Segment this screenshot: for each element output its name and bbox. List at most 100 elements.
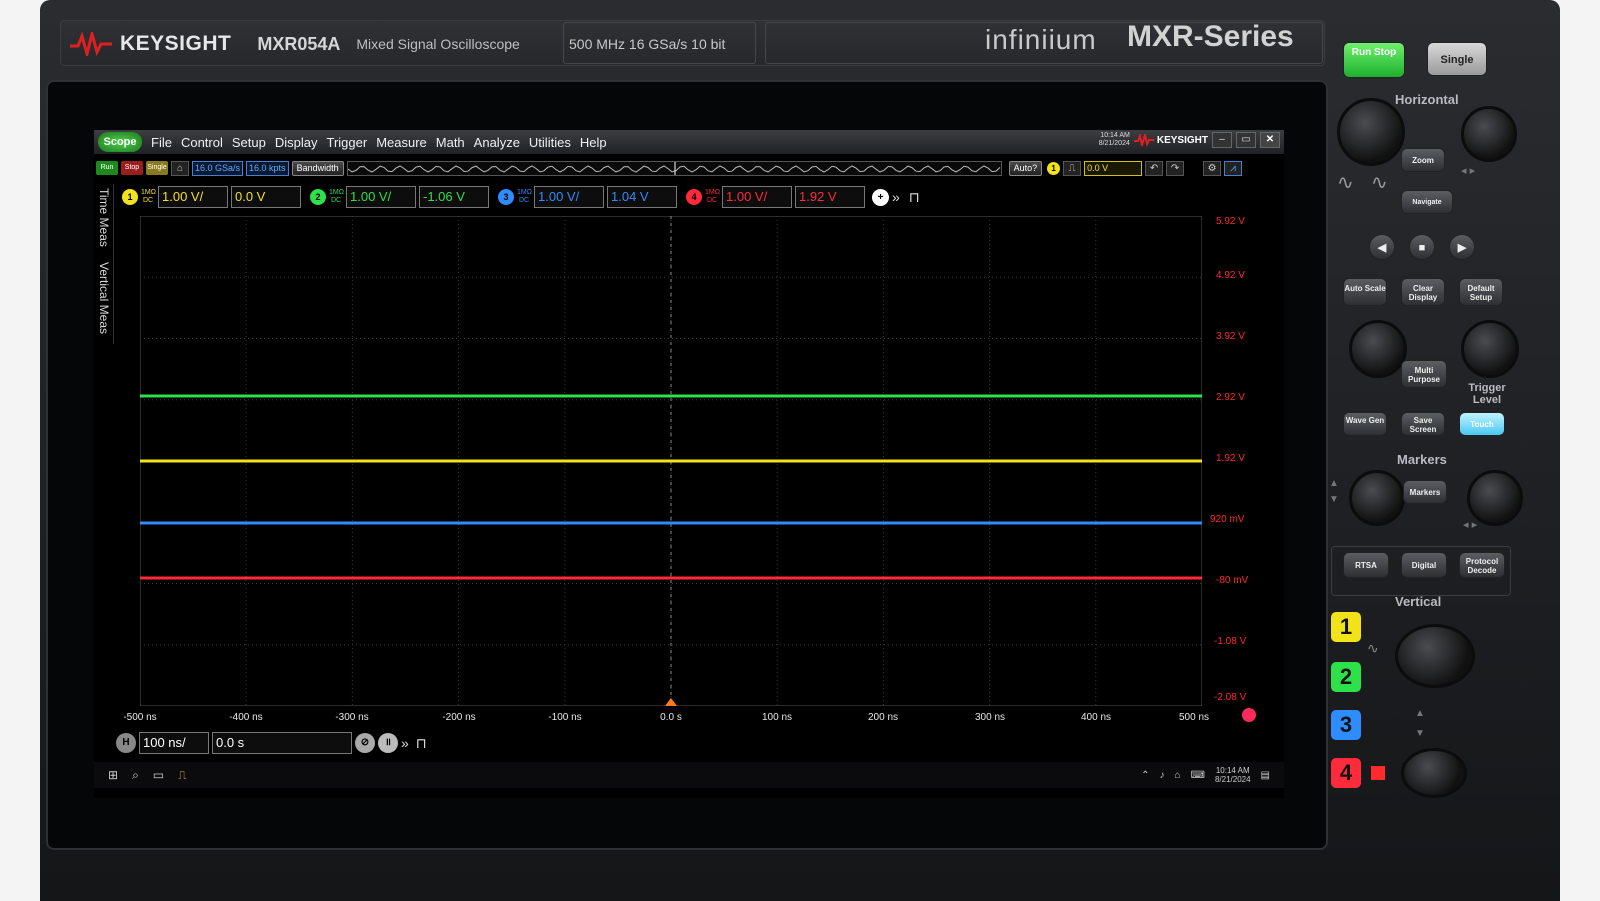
default-setup-key[interactable]: Default Setup bbox=[1459, 278, 1503, 306]
y-label: -1.08 V bbox=[1214, 636, 1247, 647]
waveform-overview[interactable] bbox=[346, 160, 1002, 176]
navigate-key[interactable]: Navigate bbox=[1401, 190, 1453, 214]
autoscale-icon[interactable]: ⩘ bbox=[1224, 160, 1243, 176]
y-label: 5.92 V bbox=[1216, 216, 1245, 227]
horizontal-position-knob[interactable] bbox=[1461, 106, 1517, 162]
add-channel-icon[interactable]: + bbox=[872, 188, 889, 206]
trigger-level-knob[interactable] bbox=[1461, 320, 1519, 378]
sample-rate-field[interactable]: 16.0 GSa/s bbox=[192, 160, 244, 176]
tab-vertical-meas[interactable]: Vertical Meas bbox=[97, 262, 111, 334]
tab-time-meas[interactable]: Time Meas bbox=[97, 188, 111, 247]
run-indicator[interactable]: Run bbox=[96, 161, 118, 175]
tray-chevron-icon[interactable]: ⌃ bbox=[1141, 770, 1149, 781]
time-scale-field[interactable]: 100 ns/ bbox=[139, 732, 209, 754]
channel-4-offset[interactable]: 1.92 V bbox=[795, 186, 865, 208]
menu-math[interactable]: Math bbox=[436, 135, 465, 150]
navigate-forward-icon[interactable]: ▶ bbox=[1449, 234, 1475, 260]
tools-icon[interactable]: ⚙ bbox=[1203, 160, 1222, 176]
timebase-settings-icon[interactable]: ⊘ bbox=[355, 733, 375, 753]
navigate-back-icon[interactable]: ◀ bbox=[1369, 234, 1395, 260]
network-icon[interactable]: ⌂ bbox=[1174, 770, 1180, 781]
multi-purpose-knob[interactable] bbox=[1349, 320, 1407, 378]
multi-purpose-key[interactable]: Multi Purpose bbox=[1401, 360, 1447, 388]
bandwidth-button[interactable]: Bandwidth bbox=[291, 160, 344, 176]
memory-depth-field[interactable]: 16.0 kpts bbox=[246, 160, 289, 176]
notification-icon[interactable]: ▤ bbox=[1261, 770, 1270, 781]
start-icon[interactable]: ⊞ bbox=[108, 768, 118, 782]
channel-4-badge[interactable]: 4 bbox=[686, 189, 702, 205]
single-indicator[interactable]: Single bbox=[146, 161, 168, 175]
time-delay-field[interactable]: 0.0 s bbox=[212, 732, 352, 754]
zoom-key[interactable]: Zoom bbox=[1401, 148, 1445, 172]
waveform-display[interactable]: ⏚ ⏚ ⏚ ⏚ bbox=[140, 216, 1202, 706]
protocol-decode-key[interactable]: Protocol Decode bbox=[1459, 552, 1505, 578]
run-stop-key[interactable]: Run Stop bbox=[1343, 42, 1405, 78]
scope-app-icon[interactable]: ⎍ bbox=[178, 768, 186, 783]
acquisition-icon[interactable]: ⌂ bbox=[171, 160, 189, 176]
menu-display[interactable]: Display bbox=[275, 135, 318, 150]
trigger-mode-button[interactable]: Auto? bbox=[1008, 160, 1043, 176]
vertical-offset-knob[interactable] bbox=[1401, 748, 1467, 798]
channel-3-offset[interactable]: 1.04 V bbox=[607, 186, 677, 208]
auto-scale-key[interactable]: Auto Scale bbox=[1343, 278, 1387, 306]
task-view-icon[interactable]: ▭ bbox=[153, 768, 164, 782]
undo-icon[interactable]: ↶ bbox=[1145, 160, 1164, 176]
single-key[interactable]: Single bbox=[1427, 42, 1487, 76]
close-button[interactable]: ✕ bbox=[1260, 132, 1280, 148]
menu-file[interactable]: File bbox=[151, 135, 172, 150]
menu-analyze[interactable]: Analyze bbox=[474, 135, 520, 150]
touch-key[interactable]: Touch bbox=[1459, 412, 1505, 436]
menu-setup[interactable]: Setup bbox=[232, 135, 266, 150]
minimize-button[interactable]: – bbox=[1212, 132, 1232, 148]
vertical-scale-knob[interactable] bbox=[1395, 624, 1475, 688]
keyboard-icon[interactable]: ⌨ bbox=[1191, 770, 1205, 781]
edge-trigger-icon[interactable]: ⎍ bbox=[1063, 160, 1082, 176]
window-controls: 10:14 AM 8/21/2024 KEYSIGHT – ▭ ✕ bbox=[1099, 132, 1280, 148]
scope-button[interactable]: Scope bbox=[98, 132, 142, 152]
menu-control[interactable]: Control bbox=[181, 135, 223, 150]
horizontal-scale-knob[interactable] bbox=[1337, 98, 1405, 166]
stop-indicator[interactable]: Stop bbox=[121, 161, 143, 175]
menu-help[interactable]: Help bbox=[580, 135, 607, 150]
search-icon[interactable]: ⌕ bbox=[132, 768, 139, 783]
rtsa-key[interactable]: RTSA bbox=[1343, 552, 1389, 578]
channel-3-scale[interactable]: 1.00 V/ bbox=[534, 186, 604, 208]
horizontal-badge-icon[interactable]: H bbox=[116, 733, 136, 753]
channel-4-scale[interactable]: 1.00 V/ bbox=[722, 186, 792, 208]
menu-trigger[interactable]: Trigger bbox=[326, 135, 367, 150]
channel-2-badge[interactable]: 2 bbox=[310, 189, 326, 205]
channel-3-key[interactable]: 3 bbox=[1331, 710, 1361, 740]
menu-measure[interactable]: Measure bbox=[376, 135, 427, 150]
channel-4-key[interactable]: 4 bbox=[1331, 758, 1361, 788]
taskbar-clock[interactable]: 10:14 AM 8/21/2024 bbox=[1215, 766, 1251, 784]
timebase-pin-icon[interactable]: ⊓ bbox=[416, 735, 427, 752]
wave-gen-key[interactable]: Wave Gen bbox=[1343, 412, 1387, 436]
channel-1-key[interactable]: 1 bbox=[1331, 612, 1361, 642]
channel-1-badge[interactable]: 1 bbox=[122, 189, 138, 205]
redo-icon[interactable]: ↷ bbox=[1166, 160, 1185, 176]
volume-icon[interactable]: ♪ bbox=[1159, 770, 1164, 781]
channel-1-offset[interactable]: 0.0 V bbox=[231, 186, 301, 208]
channel-3-badge[interactable]: 3 bbox=[498, 189, 514, 205]
channel-2-key[interactable]: 2 bbox=[1331, 662, 1361, 692]
digital-key[interactable]: Digital bbox=[1401, 552, 1447, 578]
more-channels-icon[interactable]: » bbox=[892, 189, 900, 205]
menu-utilities[interactable]: Utilities bbox=[529, 135, 571, 150]
timebase-pause-icon[interactable]: ॥ bbox=[378, 733, 398, 753]
channel-1-scale[interactable]: 1.00 V/ bbox=[158, 186, 228, 208]
pin-icon[interactable]: ⊓ bbox=[909, 189, 920, 206]
clear-display-key[interactable]: Clear Display bbox=[1401, 278, 1445, 306]
scope-application: Scope File Control Setup Display Trigger… bbox=[94, 130, 1284, 798]
trigger-source-icon[interactable]: 1 bbox=[1047, 161, 1061, 175]
trigger-level-field[interactable]: 0.0 V bbox=[1084, 160, 1143, 176]
maximize-button[interactable]: ▭ bbox=[1236, 132, 1256, 148]
marker-a-knob[interactable] bbox=[1349, 470, 1405, 526]
horizontal-section-label: Horizontal bbox=[1395, 92, 1459, 107]
channel-2-offset[interactable]: -1.06 V bbox=[419, 186, 489, 208]
channel-2-scale[interactable]: 1.00 V/ bbox=[346, 186, 416, 208]
markers-key[interactable]: Markers bbox=[1403, 480, 1447, 504]
save-screen-key[interactable]: Save Screen bbox=[1401, 412, 1445, 436]
timebase-more-icon[interactable]: » bbox=[401, 735, 409, 751]
navigate-stop-icon[interactable]: ■ bbox=[1409, 234, 1435, 260]
status-dot-icon[interactable] bbox=[1242, 708, 1256, 722]
